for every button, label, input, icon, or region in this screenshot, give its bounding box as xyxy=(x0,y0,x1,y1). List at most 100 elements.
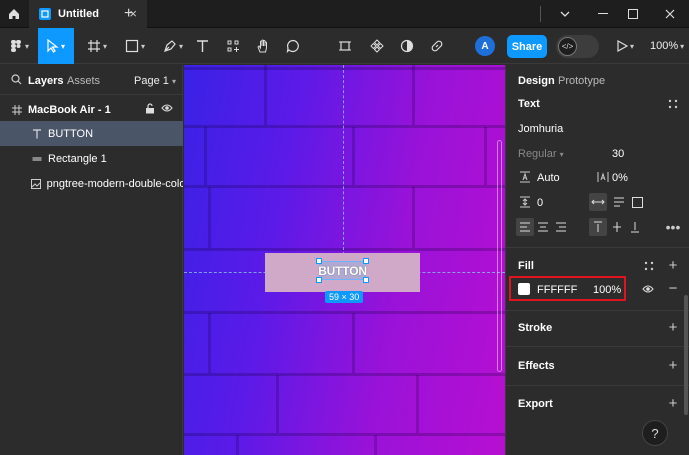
brick-line xyxy=(264,65,267,125)
resources-icon xyxy=(227,40,239,52)
help-button[interactable]: ? xyxy=(642,420,668,446)
align-right-button[interactable] xyxy=(552,218,570,236)
link-tool-button[interactable] xyxy=(426,28,448,64)
letter-spacing-input[interactable]: 0% xyxy=(612,172,628,184)
crop-tool-button[interactable] xyxy=(334,28,356,64)
brick-line xyxy=(276,375,279,433)
share-button[interactable]: Share xyxy=(507,35,547,58)
add-export-icon[interactable]: + xyxy=(666,395,680,412)
lock-icon[interactable] xyxy=(145,103,155,117)
align-bottom-button[interactable] xyxy=(626,218,644,236)
design-panel: Design Prototype Text Jomhuria Regular ▾… xyxy=(505,65,689,455)
add-stroke-icon[interactable]: + xyxy=(666,319,680,336)
chevron-down-icon[interactable] xyxy=(546,0,584,28)
brick-line xyxy=(184,185,505,188)
tab-design[interactable]: Design xyxy=(518,75,555,87)
layer-button-text[interactable]: BUTTON xyxy=(0,121,183,146)
frame-icon xyxy=(87,40,100,52)
font-weight-select[interactable]: Regular ▾ xyxy=(518,148,564,160)
eye-icon[interactable] xyxy=(640,282,656,296)
brick-line xyxy=(374,435,377,455)
resize-handle-top-left[interactable] xyxy=(316,258,322,264)
maximize-icon[interactable] xyxy=(614,0,652,28)
main-menu-button[interactable]: ▾ xyxy=(4,28,34,64)
resize-handle-top-right[interactable] xyxy=(363,258,369,264)
export-section-title: Export xyxy=(518,398,553,410)
search-icon[interactable] xyxy=(11,74,22,88)
text-icon xyxy=(196,40,208,52)
align-right-icon xyxy=(556,222,566,232)
font-family-select[interactable]: Jomhuria xyxy=(518,123,563,135)
canvas[interactable]: BUTTON 59 × 30 xyxy=(184,65,505,455)
brick-line xyxy=(184,67,505,70)
text-styles-icon[interactable] xyxy=(666,97,680,111)
fill-styles-icon[interactable] xyxy=(642,259,656,273)
component-tool-button[interactable] xyxy=(366,28,388,64)
page-selector-label: Page 1 xyxy=(134,75,169,87)
resources-button[interactable] xyxy=(222,28,244,64)
panel-scrollbar[interactable] xyxy=(684,295,688,415)
align-middle-icon xyxy=(613,222,621,232)
fill-opacity-input[interactable]: 100% xyxy=(593,284,621,296)
close-window-icon[interactable] xyxy=(651,0,689,28)
text-tool-button[interactable] xyxy=(192,28,212,64)
user-avatar[interactable]: A xyxy=(475,36,495,56)
brick-line xyxy=(184,311,505,314)
auto-height-button[interactable] xyxy=(610,193,628,211)
crop-icon xyxy=(339,41,351,51)
text-section-title: Text xyxy=(518,98,540,110)
canvas-button-text[interactable]: BUTTON xyxy=(318,261,367,280)
font-size-input[interactable]: 30 xyxy=(612,148,624,160)
align-top-icon xyxy=(594,221,602,232)
eye-icon[interactable] xyxy=(161,103,173,117)
resize-handle-bottom-right[interactable] xyxy=(363,277,369,283)
code-icon: </> xyxy=(558,37,577,56)
layer-frame-macbook-air[interactable]: MacBook Air - 1 xyxy=(0,97,183,122)
align-bottom-icon xyxy=(631,222,639,233)
more-options-icon[interactable]: ••• xyxy=(664,218,682,236)
fill-hex-input[interactable]: FFFFFF xyxy=(537,284,577,296)
resize-handle-bottom-left[interactable] xyxy=(316,277,322,283)
layer-pngtree-image[interactable]: pngtree-modern-double-color... xyxy=(0,171,183,196)
contrast-icon xyxy=(400,39,414,53)
remove-fill-icon[interactable]: − xyxy=(666,280,680,297)
fixed-size-button[interactable] xyxy=(628,193,646,211)
zoom-menu[interactable]: 100% ▾ xyxy=(650,28,684,64)
add-fill-icon[interactable]: + xyxy=(666,257,680,274)
paragraph-spacing-input[interactable]: 0 xyxy=(537,197,543,209)
fill-color-swatch[interactable] xyxy=(518,283,530,295)
pen-icon xyxy=(164,40,176,52)
tab-prototype[interactable]: Prototype xyxy=(558,75,605,87)
shape-tool-button[interactable]: ▾ xyxy=(118,28,152,64)
canvas-scrollbar[interactable] xyxy=(497,140,502,372)
layer-name: Rectangle 1 xyxy=(48,152,107,165)
file-tab-title: Untitled xyxy=(58,8,99,20)
layer-rectangle-1[interactable]: Rectangle 1 xyxy=(0,146,183,171)
add-effect-icon[interactable]: + xyxy=(666,357,680,374)
fixed-size-icon xyxy=(631,196,643,208)
title-bar: Untitled × + xyxy=(0,0,689,28)
align-left-button[interactable] xyxy=(516,218,534,236)
auto-width-button[interactable] xyxy=(589,193,607,211)
align-top-button[interactable] xyxy=(589,218,607,236)
home-icon[interactable] xyxy=(4,4,24,24)
align-middle-button[interactable] xyxy=(608,218,626,236)
page-selector[interactable]: Page 1 ▾ xyxy=(134,75,176,87)
contrast-tool-button[interactable] xyxy=(396,28,418,64)
line-height-input[interactable]: Auto xyxy=(537,172,560,184)
dev-mode-toggle[interactable]: </> xyxy=(556,35,599,58)
frame-tool-button[interactable]: ▾ xyxy=(80,28,114,64)
chevron-down-icon: ▾ xyxy=(171,77,176,86)
align-center-button[interactable] xyxy=(534,218,552,236)
brick-line xyxy=(352,127,355,185)
line-height-icon xyxy=(518,170,532,184)
layer-name: pngtree-modern-double-color... xyxy=(46,177,183,190)
new-tab-icon[interactable]: + xyxy=(124,5,133,23)
move-tool-button[interactable]: ▾ xyxy=(38,28,74,64)
tab-assets[interactable]: Assets xyxy=(67,75,100,87)
present-button[interactable]: ▾ xyxy=(612,28,638,64)
hand-tool-button[interactable] xyxy=(252,28,274,64)
pen-tool-button[interactable]: ▾ xyxy=(156,28,190,64)
comment-tool-button[interactable] xyxy=(282,28,304,64)
tab-layers[interactable]: Layers xyxy=(28,75,63,87)
